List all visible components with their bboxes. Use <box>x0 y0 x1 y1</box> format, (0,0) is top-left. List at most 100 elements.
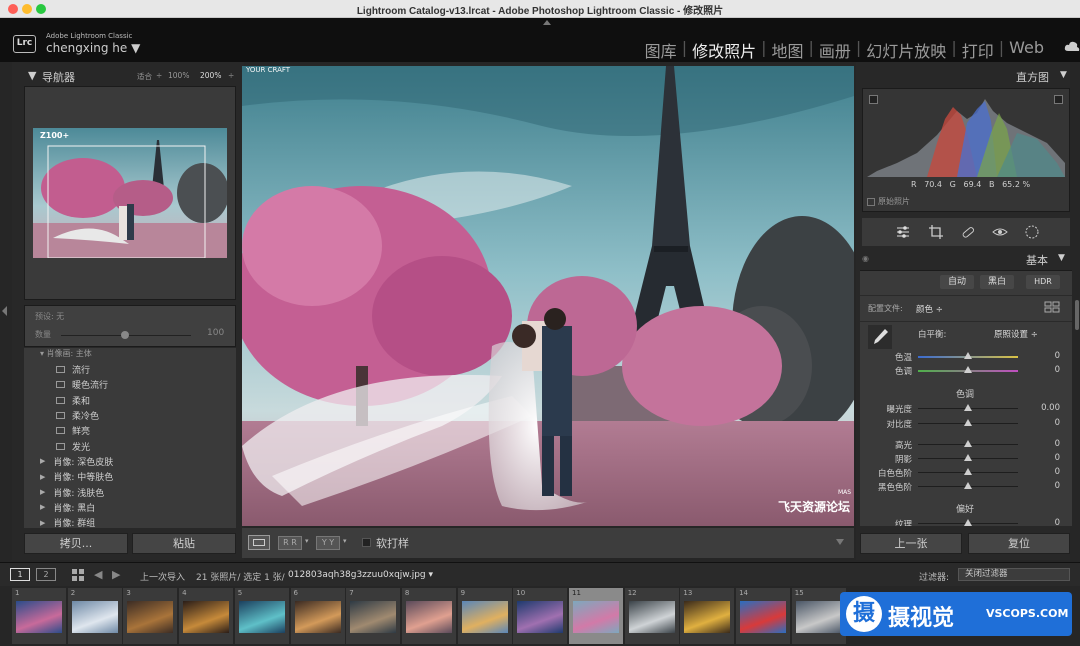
navigator-thumbnail[interactable] <box>33 128 227 258</box>
filename[interactable]: 012803aqh38g3zzuu0xqjw.jpg ▾ <box>288 570 433 580</box>
slider-1[interactable]: 色温 0 <box>860 349 1072 363</box>
user-name[interactable]: chengxing he ▼ <box>46 41 140 55</box>
slider-2[interactable]: 色调 0 <box>860 363 1072 377</box>
slider-knob[interactable] <box>964 454 972 461</box>
slider-7[interactable]: 白色色阶 0 <box>860 465 1072 479</box>
module-develop[interactable]: 修改照片 <box>688 38 760 62</box>
slider-knob[interactable] <box>964 519 972 526</box>
before-after-copy-menu-icon[interactable]: ▾ <box>343 537 347 545</box>
module-print[interactable]: 打印 <box>958 38 998 62</box>
paste-settings-button[interactable]: 粘贴 <box>132 533 236 554</box>
group-expand-icon[interactable]: ▶ <box>40 488 45 496</box>
slider-value[interactable]: 0 <box>1030 365 1060 375</box>
group-expand-icon[interactable]: ▶ <box>40 457 45 465</box>
filmstrip-thumb[interactable]: 6 <box>290 588 345 644</box>
preset-group-header[interactable]: ▾ 肖像画: 主体 <box>40 348 92 359</box>
module-slideshow[interactable]: 幻灯片放映 <box>862 38 950 62</box>
filmstrip-thumb[interactable]: 14 <box>736 588 791 644</box>
module-web[interactable]: Web <box>1005 38 1048 62</box>
loupe-view-button[interactable] <box>248 535 270 550</box>
bw-button[interactable]: 黑白 <box>980 275 1014 289</box>
slider-knob[interactable] <box>964 366 972 373</box>
original-photo-checkbox[interactable] <box>867 198 875 206</box>
slider-value[interactable]: 0 <box>1030 481 1060 491</box>
zoom-200[interactable]: 200% <box>200 71 221 80</box>
filmstrip-thumb[interactable]: 1 <box>12 588 66 644</box>
source-label[interactable]: 上一次导入 <box>140 570 185 583</box>
auto-button[interactable]: 自动 <box>940 275 974 289</box>
primary-window-button[interactable]: 1 <box>10 568 30 581</box>
slider-knob[interactable] <box>964 482 972 489</box>
slider-value[interactable]: 0 <box>1030 439 1060 449</box>
cloud-sync-icon[interactable] <box>1064 40 1080 52</box>
toolbar-menu-icon[interactable] <box>836 539 844 545</box>
filmstrip-thumb[interactable]: 11 <box>569 588 623 644</box>
collapse-top-panel-icon[interactable] <box>543 20 551 25</box>
white-balance-eyedropper-icon[interactable] <box>867 324 893 350</box>
forward-arrow-icon[interactable]: ▶ <box>112 568 120 581</box>
slider-5[interactable]: 高光 0 <box>860 437 1072 451</box>
zoom-fit-arrow-icon[interactable]: ÷ <box>156 71 162 80</box>
softproof-checkbox[interactable] <box>362 538 371 547</box>
reset-button[interactable]: 复位 <box>968 533 1070 554</box>
group-expand-icon[interactable]: ▶ <box>40 473 45 481</box>
module-library[interactable]: 图库 <box>641 38 681 62</box>
red-eye-icon[interactable] <box>992 224 1008 240</box>
filmstrip-thumb[interactable]: 5 <box>234 588 289 644</box>
preset-item[interactable]: 流行 <box>24 362 236 377</box>
navigator-header[interactable]: ▼ 导航器 适合 ÷ 100% 200% ÷ <box>24 66 236 86</box>
module-book[interactable]: 画册 <box>815 38 855 62</box>
collapse-left-panel-icon[interactable] <box>2 306 7 316</box>
preset-item[interactable]: 柔和 <box>24 393 236 408</box>
slider-value[interactable]: 0 <box>1030 453 1060 463</box>
preset-group[interactable]: ▶ 肖像: 深色皮肤 <box>24 454 236 469</box>
slider-8[interactable]: 黑色色阶 0 <box>860 479 1072 493</box>
navigator-toggle-icon[interactable]: ▼ <box>28 69 36 82</box>
secondary-window-button[interactable]: 2 <box>36 568 56 581</box>
right-scrollbar-thumb[interactable] <box>1075 300 1079 330</box>
slider-value[interactable]: 0 <box>1030 418 1060 428</box>
filmstrip-thumb[interactable]: 8 <box>401 588 456 644</box>
filter-dropdown[interactable]: 关闭过滤器 <box>958 568 1070 581</box>
back-arrow-icon[interactable]: ◀ <box>94 568 102 581</box>
slider-knob[interactable] <box>964 468 972 475</box>
crop-icon[interactable] <box>928 224 944 240</box>
slider-knob[interactable] <box>964 352 972 359</box>
wb-dropdown[interactable]: 原照设置 ÷ <box>994 328 1038 340</box>
basic-toggle-icon[interactable]: ▼ <box>1058 253 1065 263</box>
histogram-toggle-icon[interactable]: ▼ <box>1060 70 1067 80</box>
hdr-button[interactable]: HDR <box>1026 275 1060 289</box>
filmstrip-thumb[interactable]: 10 <box>513 588 568 644</box>
histogram-title[interactable]: 直方图 <box>1016 69 1049 85</box>
grid-view-icon[interactable] <box>72 569 84 581</box>
slider-6[interactable]: 阴影 0 <box>860 451 1072 465</box>
preset-group[interactable]: ▶ 肖像: 群组 <box>24 515 236 528</box>
copy-settings-button[interactable]: 拷贝... <box>24 533 128 554</box>
before-after-lr-menu-icon[interactable]: ▾ <box>305 537 309 545</box>
preset-group[interactable]: ▶ 肖像: 浅肤色 <box>24 484 236 499</box>
edit-sliders-icon[interactable] <box>895 224 911 240</box>
histogram[interactable]: R 70.4 G 69.4 B 65.2 % 原始照片 <box>862 88 1070 212</box>
preset-item[interactable]: 暖色流行 <box>24 377 236 392</box>
filmstrip-thumb[interactable]: 9 <box>457 588 512 644</box>
before-after-lr-button[interactable]: R R <box>278 536 302 550</box>
module-map[interactable]: 地图 <box>767 38 807 62</box>
group-expand-icon[interactable]: ▶ <box>40 519 45 527</box>
slider-value[interactable]: 0 <box>1030 518 1060 526</box>
preset-item[interactable]: 柔冷色 <box>24 408 236 423</box>
zoom-fit[interactable]: 适合 <box>137 71 152 82</box>
filmstrip-thumb[interactable]: 15 <box>791 588 846 644</box>
preset-group[interactable]: ▶ 肖像: 中等肤色 <box>24 469 236 484</box>
filmstrip-thumb[interactable]: 12 <box>624 588 679 644</box>
preset-item[interactable]: 鲜亮 <box>24 423 236 438</box>
basic-panel-header[interactable]: ◉ 基本 ▼ <box>862 250 1070 268</box>
slider-value[interactable]: 0 <box>1030 351 1060 361</box>
slider-knob[interactable] <box>964 404 972 411</box>
healing-icon[interactable] <box>960 224 976 240</box>
filmstrip-thumb[interactable]: 4 <box>179 588 234 644</box>
preset-group[interactable]: ▶ 肖像: 黑白 <box>24 500 236 515</box>
panel-solo-eye-icon[interactable]: ◉ <box>862 254 869 263</box>
slider-value[interactable]: 0.00 <box>1030 403 1060 413</box>
group-expand-icon[interactable]: ▶ <box>40 503 45 511</box>
profile-dropdown[interactable]: 颜色 ÷ <box>916 303 943 315</box>
